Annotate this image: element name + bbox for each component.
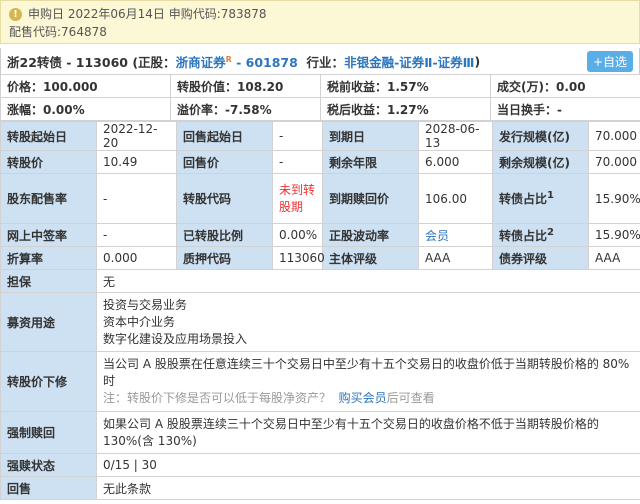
putback-price: -: [272, 150, 323, 174]
fund-use-item: 投资与交易业务: [103, 297, 188, 312]
bond-ratio1-label: 转债占比1: [492, 173, 589, 224]
maturity-label: 到期日: [322, 121, 419, 151]
pledge-code-label: 质押代码: [176, 246, 273, 270]
issue-size: 70.000: [588, 121, 640, 151]
bond-ratio1: 15.90%: [588, 173, 640, 224]
fund-use-item: 资本中介业务: [103, 314, 176, 329]
buy-member-link[interactable]: 购买会员: [339, 391, 387, 405]
stock-link[interactable]: 浙商证券R - 601878: [176, 52, 298, 71]
volatility-label: 正股波动率: [322, 223, 419, 247]
subscription-date-code: 申购日 2022年06月14日 申购代码:783878: [28, 7, 267, 21]
online-rate: -: [96, 223, 177, 247]
bond-ratio2: 15.90%: [588, 223, 640, 247]
guarantee-label: 担保: [0, 269, 97, 293]
industry-link[interactable]: 非银金融-证券Ⅱ-证券Ⅲ: [344, 52, 474, 71]
header-suffix: ): [474, 53, 481, 69]
fund-use-item: 数字化建设及应用场景投入: [103, 331, 248, 346]
remaining-years-label: 剩余年限: [322, 150, 419, 174]
remaining-size-label: 剩余规模(亿): [492, 150, 589, 174]
details-table: 转股起始日 2022-12-20 回售起始日 - 到期日 2028-06-13 …: [0, 121, 640, 500]
conv-price: 10.49: [96, 150, 177, 174]
guarantee: 无: [96, 269, 640, 293]
redeem-price-label: 到期赎回价: [322, 173, 419, 224]
bond-name: 浙22转债 - 113060: [7, 54, 128, 70]
bond-ratio2-label: 转债占比2: [492, 223, 589, 247]
add-watchlist-button[interactable]: +自选: [586, 51, 633, 72]
fund-use: 投资与交易业务 资本中介业务 数字化建设及应用场景投入: [96, 292, 640, 352]
converted-label: 已转股比例: [176, 223, 273, 247]
putback-start-label: 回售起始日: [176, 121, 273, 151]
main-rating-label: 主体评级: [322, 246, 419, 270]
online-rate-label: 网上中签率: [0, 223, 97, 247]
bond-rating-label: 债券评级: [492, 246, 589, 270]
putback-start: -: [272, 121, 323, 151]
remaining-size: 70.000: [588, 150, 640, 174]
volatility-member-link[interactable]: 会员: [418, 223, 493, 247]
aftertax-yield: 税后收益：1.27%: [320, 97, 491, 121]
price: 价格：100.000: [0, 74, 171, 98]
quote-table: 价格：100.000 转股价值：108.20 税前收益：1.57% 成交(万)：…: [0, 74, 640, 121]
putback-price-label: 回售价: [176, 150, 273, 174]
reset-clause: 当公司 A 股股票在任意连续三十个交易日中至少有十五个交易日的收盘价低于当期转股…: [96, 351, 640, 412]
holder-ratio-label: 股东配售率: [0, 173, 97, 224]
reset-text: 当公司 A 股股票在任意连续三十个交易日中至少有十五个交易日的收盘价低于当期转股…: [103, 357, 630, 388]
use-label: 募资用途: [0, 292, 97, 352]
reset-label: 转股价下修: [0, 351, 97, 412]
remaining-years: 6.000: [418, 150, 493, 174]
volume: 成交(万)：0.00: [490, 74, 640, 98]
maturity: 2028-06-13: [418, 121, 493, 151]
force-redeem-label: 强制赎回: [0, 411, 97, 454]
conv-price-label: 转股价: [0, 150, 97, 174]
putback-clause: 无此条款: [96, 476, 640, 500]
discount-label: 折算率: [0, 246, 97, 270]
info-icon: !: [9, 7, 22, 21]
discount: 0.000: [96, 246, 177, 270]
force-redeem-text: 如果公司 A 股股票连续三十个交易日中至少有十五个交易日的收盘价格不低于当期转股…: [96, 411, 640, 454]
force-status-label: 强赎状态: [0, 453, 97, 477]
premium-rate: 溢价率：-7.58%: [170, 97, 321, 121]
subscription-notice: ! 申购日 2022年06月14日 申购代码:783878 配售代码:76487…: [0, 0, 640, 44]
conv-code: 未到转股期: [272, 173, 323, 224]
bond-rating: AAA: [588, 246, 640, 270]
reset-note: 注：转股价下修是否可以低于每股净资产？ 购买会员后可查看: [103, 391, 435, 405]
main-rating: AAA: [418, 246, 493, 270]
redeem-price: 106.00: [418, 173, 493, 224]
conv-start: 2022-12-20: [96, 121, 177, 151]
conv-start-label: 转股起始日: [0, 121, 97, 151]
industry-prefix: 行业：: [306, 54, 345, 70]
conv-code-label: 转股代码: [176, 173, 273, 224]
issue-size-label: 发行规模(亿): [492, 121, 589, 151]
pledge-code: 113060: [272, 246, 325, 270]
converted: 0.00%: [272, 223, 323, 247]
bond-header: 浙22转债 - 113060 (正股： 浙商证券R - 601878 行业： 非…: [0, 48, 640, 74]
change: 涨幅：0.00%: [0, 97, 171, 121]
allotment-code: 配售代码:764878: [9, 25, 107, 39]
holder-ratio: -: [96, 173, 177, 224]
stock-prefix: (正股：: [132, 54, 176, 70]
pretax-yield: 税前收益：1.57%: [320, 74, 491, 98]
conversion-value: 转股价值：108.20: [170, 74, 321, 98]
turnover: 当日换手：-: [490, 97, 640, 121]
force-status: 0/15 | 30: [96, 453, 640, 477]
putback-label: 回售: [0, 476, 97, 500]
